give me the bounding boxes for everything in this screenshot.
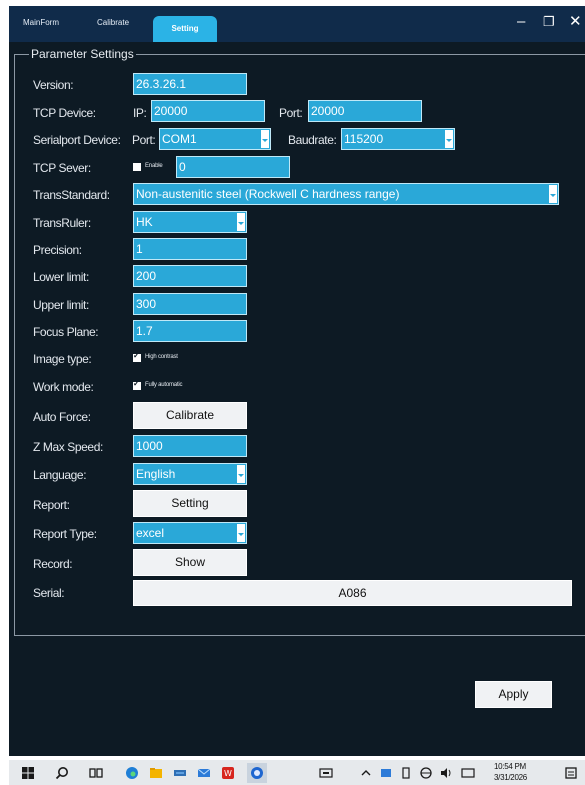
trans-standard-label: TransStandard: <box>33 188 110 202</box>
image-type-label: Image type: <box>33 352 92 366</box>
lower-limit-label: Lower limit: <box>33 270 89 284</box>
taskbar: W 10:54 PM 3/31/2026 <box>9 760 585 785</box>
title-bar: MainForm Calibrate Setting – ❐ ✕ <box>9 6 585 42</box>
serial-port-label: Port: <box>132 133 156 147</box>
tcp-port-label: Port: <box>279 106 303 120</box>
trans-ruler-dropdown[interactable]: HK <box>133 211 247 233</box>
wps-office-icon[interactable]: W <box>221 766 235 780</box>
network-icon[interactable] <box>419 766 433 780</box>
precision-field[interactable]: 1 <box>133 238 247 260</box>
maximize-button[interactable]: ❐ <box>543 12 555 32</box>
minimize-button[interactable]: – <box>517 12 525 32</box>
report-setting-button[interactable]: Setting <box>133 490 247 517</box>
keyboard-icon[interactable] <box>319 766 333 780</box>
tcp-server-field[interactable]: 0 <box>176 156 290 178</box>
edge-browser-icon[interactable] <box>125 766 139 780</box>
language-value: English <box>136 467 176 481</box>
work-mode-label: Work mode: <box>33 380 94 394</box>
app-window: MainForm Calibrate Setting – ❐ ✕ Paramet… <box>9 6 585 756</box>
input-keyboard-icon[interactable] <box>461 766 475 780</box>
chevron-down-icon[interactable] <box>445 130 453 148</box>
chevron-down-icon[interactable] <box>261 130 269 148</box>
task-view-icon[interactable] <box>89 766 103 780</box>
baudrate-label: Baudrate: <box>288 133 337 147</box>
report-label: Report: <box>33 498 70 512</box>
fully-automatic-checkbox[interactable] <box>133 379 141 390</box>
language-dropdown[interactable]: English <box>133 463 247 485</box>
volume-icon[interactable] <box>439 766 453 780</box>
focus-plane-field[interactable]: 1.7 <box>133 320 247 342</box>
chevron-down-icon[interactable] <box>549 185 557 203</box>
baudrate-dropdown[interactable]: 115200 <box>341 128 455 150</box>
clock-time[interactable]: 10:54 PM <box>494 762 526 771</box>
calibrate-button[interactable]: Calibrate <box>133 402 247 429</box>
auto-force-label: Auto Force: <box>33 410 91 424</box>
notification-icon[interactable] <box>564 766 578 780</box>
trans-standard-dropdown[interactable]: Non-austenitic steel (Rockwell C hardnes… <box>133 183 559 205</box>
lower-limit-field[interactable]: 200 <box>133 265 247 287</box>
tcp-server-label: TCP Sever: <box>33 161 91 175</box>
file-explorer-icon[interactable] <box>149 766 163 780</box>
upper-limit-field[interactable]: 300 <box>133 293 247 315</box>
onedrive-icon[interactable] <box>379 766 393 780</box>
tcp-device-label: TCP Device: <box>33 106 96 120</box>
tcp-enable-checkbox[interactable] <box>133 163 141 171</box>
baudrate-value: 115200 <box>344 132 384 146</box>
report-type-dropdown[interactable]: excel <box>133 522 247 544</box>
tab-mainform[interactable]: MainForm <box>23 18 59 27</box>
search-icon[interactable] <box>55 766 69 780</box>
tcp-ip-field[interactable]: 20000 <box>151 100 265 122</box>
precision-label: Precision: <box>33 243 82 257</box>
chevron-up-icon[interactable] <box>359 766 373 780</box>
fully-automatic-label: Fully automatic <box>145 382 183 388</box>
z-max-speed-label: Z Max Speed: <box>33 440 103 454</box>
high-contrast-label: High contrast <box>145 354 178 360</box>
mail-icon[interactable] <box>197 766 211 780</box>
serialport-device-label: Serialport Device: <box>33 133 121 147</box>
svg-text:W: W <box>224 769 232 778</box>
serial-port-dropdown[interactable]: COM1 <box>159 128 271 150</box>
app-icon[interactable] <box>173 766 187 780</box>
version-field[interactable]: 26.3.26.1 <box>133 73 247 95</box>
serial-port-value: COM1 <box>162 132 197 146</box>
group-title: Parameter Settings <box>29 47 136 61</box>
version-label: Version: <box>33 78 74 92</box>
language-label: Language: <box>33 468 87 482</box>
report-type-value: excel <box>136 526 165 540</box>
trans-standard-value: Non-austenitic steel (Rockwell C hardnes… <box>136 187 400 201</box>
close-button[interactable]: ✕ <box>569 12 582 32</box>
apply-button[interactable]: Apply <box>475 681 552 708</box>
report-type-label: Report Type: <box>33 527 97 541</box>
chevron-down-icon[interactable] <box>237 465 245 483</box>
usb-icon[interactable] <box>399 766 413 780</box>
chevron-down-icon[interactable] <box>237 213 245 231</box>
z-max-speed-field[interactable]: 1000 <box>133 435 247 457</box>
trans-ruler-value: HK <box>136 215 153 229</box>
windows-start-icon[interactable] <box>21 766 35 780</box>
serial-label: Serial: <box>33 586 65 600</box>
serial-value-box: A086 <box>133 580 572 606</box>
tab-calibrate[interactable]: Calibrate <box>97 18 129 27</box>
record-label: Record: <box>33 557 73 571</box>
clock-date[interactable]: 3/31/2026 <box>494 773 527 782</box>
active-app-icon[interactable] <box>247 763 267 783</box>
tcp-ip-label: IP: <box>133 106 147 120</box>
upper-limit-label: Upper limit: <box>33 298 89 312</box>
tcp-enable-label: Enable <box>145 163 163 169</box>
tab-setting[interactable]: Setting <box>153 16 217 42</box>
chevron-down-icon[interactable] <box>237 524 245 542</box>
trans-ruler-label: TransRuler: <box>33 216 91 230</box>
tcp-port-field[interactable]: 20000 <box>308 100 422 122</box>
record-show-button[interactable]: Show <box>133 549 247 576</box>
focus-plane-label: Focus Plane: <box>33 325 99 339</box>
high-contrast-checkbox[interactable] <box>133 351 141 362</box>
